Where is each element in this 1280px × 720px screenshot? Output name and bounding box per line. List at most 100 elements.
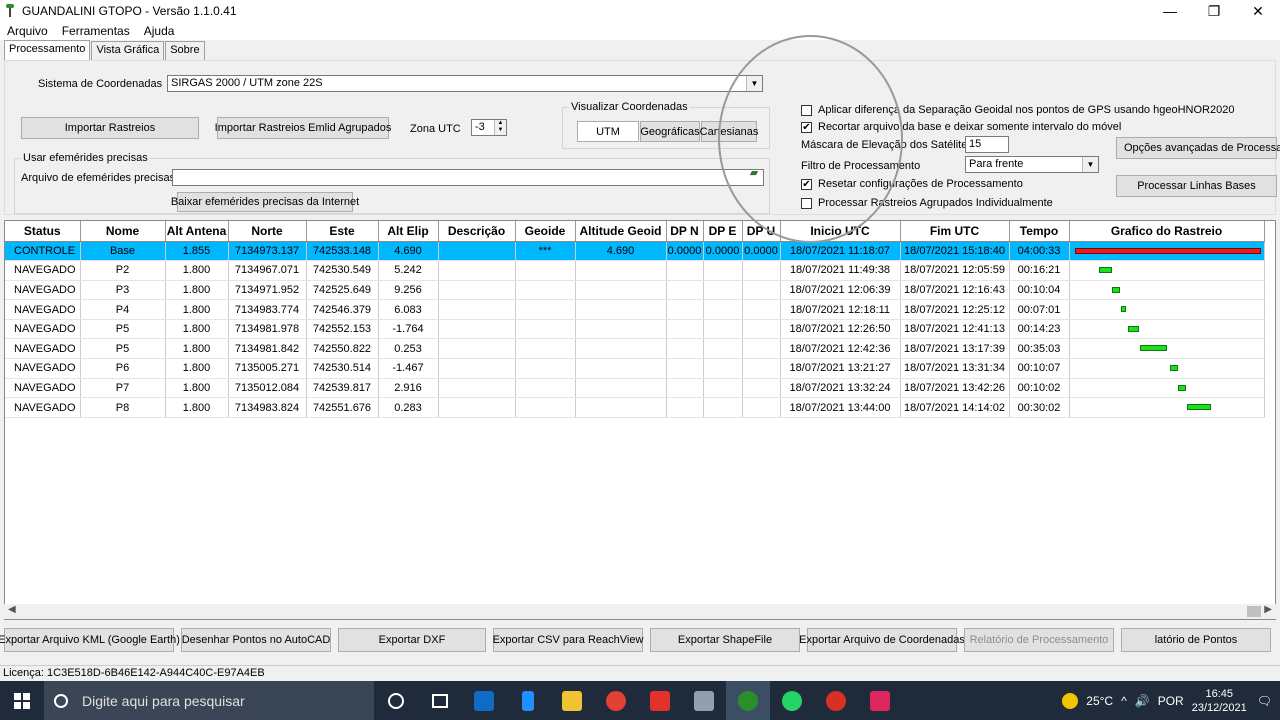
reset-checkbox[interactable]: ✔ — [801, 178, 812, 190]
export-button-0[interactable]: Exportar Arquivo KML (Google Earth) — [0, 628, 180, 652]
zona-utc-label: Zona UTC — [410, 123, 461, 135]
notification-icon[interactable]: 🗨 — [1257, 694, 1272, 708]
export-button-1[interactable]: Desenhar Pontos no AutoCAD — [181, 628, 331, 652]
view-cartesianas-button[interactable]: Cartesianas — [700, 121, 758, 142]
anydesk-icon[interactable] — [638, 681, 682, 720]
zona-utc-spinner[interactable]: -3 ▲ ▼ — [471, 119, 507, 136]
cell-ant: 1.800 — [165, 358, 229, 379]
column-header[interactable]: DP U — [742, 221, 781, 242]
folder-open-icon[interactable]: ▰ — [745, 168, 763, 185]
process-baselines-button[interactable]: Processar Linhas Bases — [1116, 175, 1277, 197]
table-row[interactable]: NAVEGADO P5 1.800 7134981.978 742552.153 -1.7… — [5, 319, 1265, 340]
column-header[interactable]: Inicio UTC — [780, 221, 901, 242]
temperature[interactable]: 25°C — [1086, 694, 1113, 708]
column-header[interactable]: Status — [5, 221, 81, 242]
whatsapp-icon[interactable] — [770, 681, 814, 720]
trim-checkbox[interactable]: ✔ — [801, 121, 812, 133]
app-feather-icon[interactable] — [682, 681, 726, 720]
export-button-2[interactable]: Exportar DXF — [338, 628, 486, 652]
table-row[interactable]: CONTROLE Base 1.855 7134973.137 742533.148 4.… — [5, 241, 1265, 262]
column-header[interactable]: DP E — [703, 221, 743, 242]
start-button[interactable] — [0, 681, 44, 720]
ephemeris-file-input[interactable]: ▰ — [172, 168, 764, 186]
download-ephemeris-button[interactable]: Baixar efemérides precisas da Internet — [171, 192, 359, 212]
column-header[interactable]: Fim UTC — [900, 221, 1010, 242]
language-indicator[interactable]: POR — [1158, 694, 1184, 708]
chrome-icon[interactable] — [594, 681, 638, 720]
cell-este: 742546.379 — [306, 299, 379, 320]
phone-icon[interactable] — [506, 681, 550, 720]
tray-expand-icon[interactable]: ^ — [1121, 694, 1127, 708]
column-header[interactable]: Descrição — [438, 221, 516, 242]
table-row[interactable]: NAVEGADO P2 1.800 7134967.071 742530.549 5.24… — [5, 260, 1265, 281]
advanced-options-button[interactable]: Opções avançadas de Processam — [1116, 137, 1280, 159]
volume-icon[interactable]: 🔊 — [1135, 694, 1150, 708]
cell-dpu — [742, 378, 781, 399]
recorder-icon[interactable] — [858, 681, 902, 720]
geoid-checkbox[interactable] — [801, 104, 812, 116]
tracking-grid[interactable]: Status Nome Alt Antena Norte Este Alt Elip Des… — [4, 220, 1276, 620]
file-explorer-icon[interactable] — [550, 681, 594, 720]
export-button-4[interactable]: Exportar ShapeFile — [650, 628, 800, 652]
geoid-option[interactable]: Aplicar diferença da Separação Geoidal n… — [801, 104, 1234, 116]
export-button-3[interactable]: Exportar CSV para ReachView — [493, 628, 643, 652]
tab-vista-grafica[interactable]: Vista Gráfica — [91, 41, 165, 60]
menu-arquivo[interactable]: Arquivo — [0, 24, 55, 38]
table-row[interactable]: NAVEGADO P3 1.800 7134971.952 742525.649 9.25… — [5, 280, 1265, 301]
table-row[interactable]: NAVEGADO P4 1.800 7134983.774 742546.379 6.08… — [5, 299, 1265, 320]
column-header[interactable]: Altitude Geoid — [575, 221, 667, 242]
filter-select[interactable]: Para frente ▼ — [965, 156, 1099, 173]
tab-processamento[interactable]: Processamento — [4, 40, 91, 60]
export-button-5[interactable]: Exportar Arquivo de Coordenadas — [799, 628, 965, 652]
column-header[interactable]: Este — [306, 221, 379, 242]
menu-ajuda[interactable]: Ajuda — [137, 24, 182, 38]
column-header[interactable]: Alt Antena — [165, 221, 229, 242]
menu-ferramentas[interactable]: Ferramentas — [55, 24, 137, 38]
scroll-left-icon[interactable]: ◀ — [8, 604, 16, 615]
column-header[interactable]: Alt Elip — [378, 221, 439, 242]
column-header[interactable]: Grafico do Rastreio — [1069, 221, 1265, 242]
column-header[interactable]: Norte — [228, 221, 307, 242]
cortana-icon[interactable] — [374, 681, 418, 720]
column-header[interactable]: DP N — [666, 221, 704, 242]
import-emlid-button[interactable]: Importar Rastreios Emlid Agrupados — [215, 117, 391, 139]
scroll-thumb[interactable] — [1247, 606, 1261, 617]
export-button-6[interactable]: Relatório de Processamento — [964, 628, 1114, 652]
cell-dpe — [703, 319, 743, 340]
restore-button[interactable]: ❐ — [1192, 0, 1236, 22]
individual-checkbox[interactable] — [801, 197, 812, 209]
close-button[interactable]: ✕ — [1236, 0, 1280, 22]
outlook-icon[interactable] — [462, 681, 506, 720]
clock[interactable]: 16:45 23/12/2021 — [1192, 687, 1247, 715]
column-header[interactable]: Geoide — [515, 221, 576, 242]
view-utm-button[interactable]: UTM — [577, 121, 639, 142]
export-button-7[interactable]: latório de Pontos — [1121, 628, 1271, 652]
taskbar-search[interactable]: Digite aqui para pesquisar — [44, 681, 374, 720]
import-button[interactable]: Importar Rastreios — [21, 117, 199, 139]
mask-input[interactable]: 15 — [965, 136, 1009, 153]
reset-option[interactable]: ✔ Resetar configurações de Processamento — [801, 178, 1023, 190]
view-geograficas-button[interactable]: Geográficas — [640, 121, 700, 142]
chrome-profile-icon[interactable] — [814, 681, 858, 720]
column-header[interactable]: Nome — [80, 221, 166, 242]
table-row[interactable]: NAVEGADO P6 1.800 7135005.271 742530.514 -1.4… — [5, 358, 1265, 379]
table-row[interactable]: NAVEGADO P8 1.800 7134983.824 742551.676 0.28… — [5, 397, 1265, 418]
cell-dpu — [742, 338, 781, 360]
mask-value: 15 — [969, 138, 982, 150]
individual-option[interactable]: Processar Rastreios Agrupados Individual… — [801, 197, 1053, 209]
trim-option[interactable]: ✔ Recortar arquivo da base e deixar some… — [801, 121, 1121, 133]
spinner-arrows-icon[interactable]: ▲ ▼ — [494, 120, 506, 135]
coords-select[interactable]: SIRGAS 2000 / UTM zone 22S ▼ — [167, 75, 763, 92]
tab-sobre[interactable]: Sobre — [165, 41, 205, 60]
gtopo-taskbar-icon[interactable] — [726, 681, 770, 720]
minimize-button[interactable]: — — [1148, 0, 1192, 22]
weather-icon[interactable] — [1062, 692, 1079, 709]
cell-tempo: 00:35:03 — [1009, 338, 1070, 360]
horizontal-scrollbar[interactable]: ◀ ▶ — [4, 604, 1276, 619]
task-view-icon[interactable] — [418, 681, 462, 720]
column-header[interactable]: Tempo — [1009, 221, 1070, 242]
scroll-right-icon[interactable]: ▶ — [1264, 604, 1272, 615]
table-row[interactable]: NAVEGADO P5 1.800 7134981.842 742550.822 0.25… — [5, 338, 1265, 360]
cell-dpu — [742, 299, 781, 320]
table-row[interactable]: NAVEGADO P7 1.800 7135012.084 742539.817 2.91… — [5, 378, 1265, 399]
